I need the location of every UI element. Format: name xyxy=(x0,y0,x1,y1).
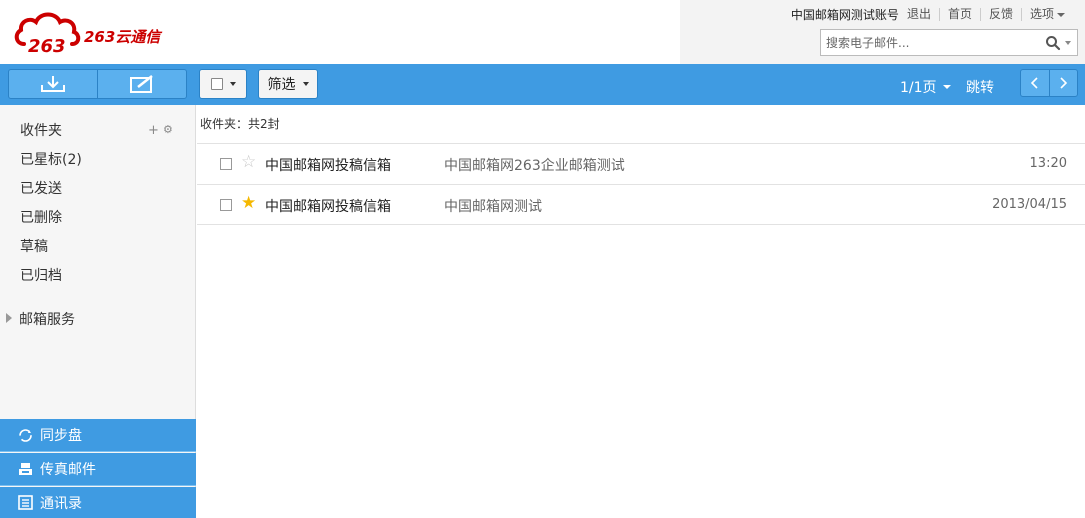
message-time: 13:20 xyxy=(1029,156,1067,171)
message-sender: 中国邮箱网投稿信箱 xyxy=(265,199,391,215)
sidebar-item-inbox[interactable]: 收件夹 xyxy=(20,120,62,140)
jump-button[interactable]: 跳转 xyxy=(966,77,994,97)
sidebar-item-archived[interactable]: 已归档 xyxy=(20,265,62,285)
download-tray-icon xyxy=(41,76,65,92)
sidebar-item-starred[interactable]: 已星标(2) xyxy=(20,149,82,169)
account-name: 中国邮箱网测试账号 xyxy=(790,8,899,22)
add-folder-icon[interactable]: + xyxy=(148,123,159,138)
message-sender: 中国邮箱网投稿信箱 xyxy=(265,158,391,174)
chevron-right-icon xyxy=(1060,77,1068,89)
message-row[interactable]: ★ 中国邮箱网投稿信箱 中国邮箱网测试 2013/04/15 xyxy=(197,184,1085,225)
search-options-chevron-icon[interactable] xyxy=(1065,41,1071,45)
star-filled-icon[interactable]: ★ xyxy=(241,195,256,212)
compose-button[interactable] xyxy=(97,70,186,98)
nav-label: 传真邮件 xyxy=(40,462,96,478)
message-checkbox[interactable] xyxy=(220,199,232,211)
page-selector[interactable]: 1/1页 xyxy=(900,77,951,97)
message-subject: 中国邮箱网263企业邮箱测试 xyxy=(444,158,625,174)
expand-arrow-icon[interactable] xyxy=(6,313,12,323)
message-row[interactable]: ☆ 中国邮箱网投稿信箱 中国邮箱网263企业邮箱测试 13:20 xyxy=(197,143,1085,184)
logout-link[interactable]: 退出 xyxy=(907,8,939,21)
top-links: 中国邮箱网测试账号 退出 首页 反馈 选项 xyxy=(791,6,1073,23)
home-link[interactable]: 首页 xyxy=(938,8,980,21)
options-label: 选项 xyxy=(1029,7,1054,21)
search-input[interactable] xyxy=(821,30,1031,55)
nav-sync-disk[interactable]: 同步盘 xyxy=(0,419,196,452)
chevron-down-icon xyxy=(942,85,951,89)
filter-dropdown[interactable]: 筛选 xyxy=(258,69,318,99)
nav-fax-mail[interactable]: 传真邮件 xyxy=(0,453,196,486)
search-box xyxy=(820,29,1078,56)
pager xyxy=(1020,69,1078,97)
compose-edit-icon xyxy=(130,75,153,93)
list-divider xyxy=(197,224,1085,225)
contacts-icon xyxy=(18,495,33,510)
chevron-down-icon xyxy=(1057,12,1065,17)
gear-icon[interactable]: ⚙ xyxy=(163,123,173,136)
select-all-checkbox[interactable] xyxy=(210,78,223,90)
sidebar-item-drafts[interactable]: 草稿 xyxy=(20,236,48,256)
filter-label: 筛选 xyxy=(267,77,296,93)
nav-contacts[interactable]: 通讯录 xyxy=(0,487,196,518)
select-all-dropdown[interactable] xyxy=(199,69,247,99)
sidebar-item-deleted[interactable]: 已删除 xyxy=(20,207,62,227)
search-icon[interactable] xyxy=(1045,35,1061,51)
next-page-button[interactable] xyxy=(1048,70,1078,96)
star-outline-icon[interactable]: ☆ xyxy=(241,154,256,171)
fax-icon xyxy=(18,462,33,477)
sidebar-item-mail-services[interactable]: 邮箱服务 xyxy=(19,309,75,329)
folder-summary: 收件夹：共2封 xyxy=(200,117,280,131)
message-checkbox[interactable] xyxy=(220,158,232,170)
nav-label: 同步盘 xyxy=(40,428,82,444)
chevron-left-icon xyxy=(1030,77,1038,89)
chevron-down-icon xyxy=(302,82,309,86)
sync-icon xyxy=(18,428,33,443)
message-time: 2013/04/15 xyxy=(992,197,1067,212)
feedback-link[interactable]: 反馈 xyxy=(979,8,1021,21)
prev-page-button[interactable] xyxy=(1021,70,1049,96)
message-subject: 中国邮箱网测试 xyxy=(444,199,542,215)
brand-logo-text: 263云通信 xyxy=(84,28,161,46)
sidebar-item-sent[interactable]: 已发送 xyxy=(20,178,62,198)
options-menu[interactable]: 选项 xyxy=(1020,7,1073,21)
receive-mail-button[interactable] xyxy=(9,70,97,98)
mail-action-group xyxy=(8,69,187,99)
nav-label: 通讯录 xyxy=(40,495,82,512)
svg-text:263: 263 xyxy=(28,36,66,56)
page-label: 1/1页 xyxy=(900,80,937,96)
chevron-down-icon xyxy=(229,82,236,86)
header: 263 263云通信 中国邮箱网测试账号 退出 首页 反馈 选项 xyxy=(0,0,1085,64)
